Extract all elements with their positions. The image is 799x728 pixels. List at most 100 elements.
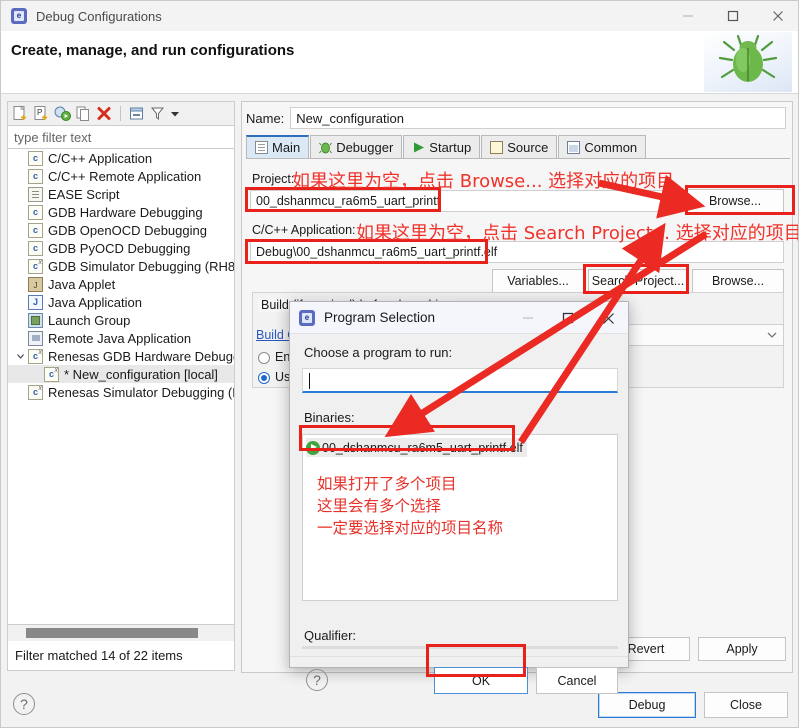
c-app-icon (28, 150, 43, 166)
radio-use-workspace-settings[interactable] (258, 372, 270, 384)
minimize-button[interactable] (665, 1, 710, 31)
tree-item-gdb-simulator-debugging[interactable]: x GDB Simulator Debugging (RH850) (8, 257, 234, 275)
close-button[interactable] (755, 1, 798, 31)
header-band: Create, manage, and run configurations (1, 31, 798, 94)
tree-item-label: * New_configuration [local] (64, 366, 218, 382)
close-label: Close (730, 698, 762, 712)
filter-input[interactable]: type filter text (7, 125, 235, 149)
c-cross-icon: x (28, 384, 43, 400)
tree-item-new-configuration-local[interactable]: x * New_configuration [local] (8, 365, 234, 383)
svg-text:P: P (37, 108, 42, 117)
configurations-tree[interactable]: C/C++ Application C/C++ Remote Applicati… (7, 149, 235, 625)
dialog-maximize-button[interactable] (548, 302, 588, 334)
delete-icon[interactable] (95, 104, 114, 123)
dialog-help-icon[interactable]: ? (306, 669, 328, 691)
c-app-icon (28, 168, 43, 184)
c-cross-icon: x (28, 348, 43, 364)
project-browse-button[interactable]: Browse... (686, 189, 784, 213)
dialog-body: Choose a program to run: Binaries: 00_ds… (290, 334, 628, 694)
qualifier-field[interactable] (302, 646, 618, 649)
dialog-cancel-label: Cancel (557, 673, 597, 688)
tab-startup[interactable]: Startup (403, 135, 481, 158)
tree-item-ease-script[interactable]: EASE Script (8, 185, 234, 203)
configurations-toolbar: P (7, 101, 235, 125)
new-prototype-icon[interactable]: P (32, 104, 51, 123)
source-icon (490, 140, 504, 154)
duplicate-icon[interactable] (74, 104, 93, 123)
tree-item-c-cpp-application[interactable]: C/C++ Application (8, 149, 234, 167)
dialog-titlebar: Program Selection (290, 302, 628, 334)
debug-label: Debug (628, 698, 666, 712)
help-question-icon[interactable]: ? (13, 693, 35, 715)
tree-item-gdb-pyocd-debugging[interactable]: GDB PyOCD Debugging (8, 239, 234, 257)
tree-item-java-application[interactable]: Java Application (8, 293, 234, 311)
remote-java-icon (28, 330, 43, 346)
tab-label: Main (272, 140, 301, 155)
apply-button[interactable]: Apply (698, 637, 786, 661)
dialog-ok-label: OK (471, 673, 491, 688)
dialog-minimize-button[interactable] (508, 302, 548, 334)
variables-button[interactable]: Variables... (492, 269, 584, 293)
c-app-icon (28, 204, 43, 220)
app-browse-button[interactable]: Browse... (692, 269, 784, 293)
dialog-ok-button[interactable]: OK (434, 667, 528, 694)
tree-item-remote-java-application[interactable]: Remote Java Application (8, 329, 234, 347)
configurations-left-panel: P type filter text c C/C++ Application c… (7, 101, 235, 673)
new-launch-group-icon[interactable] (53, 104, 72, 123)
name-row: Name: New_configuration (246, 107, 786, 129)
tree-item-label: EASE Script (48, 186, 120, 202)
tree-item-label: Renesas Simulator Debugging (RX, (48, 384, 235, 400)
tree-item-gdb-hardware-debugging[interactable]: GDB Hardware Debugging (8, 203, 234, 221)
close-button-main[interactable]: Close (704, 692, 788, 718)
window-title: Debug Configurations (36, 8, 162, 24)
maximize-button[interactable] (710, 1, 755, 31)
tab-strip: Main Debugger Startup Source Common (246, 135, 790, 159)
tab-label: Debugger (336, 139, 394, 155)
binaries-list-item-label: 00_dshanmcu_ra6m5_uart_printf.elf (322, 440, 523, 455)
text-caret (309, 373, 310, 389)
tab-debugger[interactable]: Debugger (310, 135, 403, 158)
tree-item-renesas-simulator-debugging[interactable]: x Renesas Simulator Debugging (RX, (8, 383, 234, 401)
bug-icon (319, 141, 333, 154)
search-project-button[interactable]: Search Project... (588, 269, 688, 293)
tab-main[interactable]: Main (246, 135, 310, 158)
filter-placeholder: type filter text (14, 129, 92, 145)
tree-item-renesas-gdb-hardware-debugging[interactable]: x Renesas GDB Hardware Debugging (8, 347, 234, 365)
tree-item-java-applet[interactable]: Java Applet (8, 275, 234, 293)
filter-icon[interactable] (148, 104, 167, 123)
dialog-close-button[interactable] (588, 302, 628, 334)
app-browse-label: Browse... (711, 274, 765, 288)
dialog-cancel-button[interactable]: Cancel (536, 667, 618, 694)
debug-button[interactable]: Debug (598, 692, 696, 718)
document-icon (255, 141, 268, 154)
choose-program-label: Choose a program to run: (304, 345, 453, 360)
new-launch-configuration-icon[interactable] (11, 104, 30, 123)
chevron-down-icon[interactable] (14, 350, 26, 362)
binaries-list[interactable]: 00_dshanmcu_ra6m5_uart_printf.elf 如果打开了多… (302, 434, 618, 601)
tree-item-gdb-openocd-debugging[interactable]: GDB OpenOCD Debugging (8, 221, 234, 239)
application-input-value: Debug\00_dshanmcu_ra6m5_uart_printf.elf (256, 245, 498, 259)
tree-item-label: GDB OpenOCD Debugging (48, 222, 207, 238)
tree-item-label: C/C++ Application (48, 150, 153, 166)
dialog-separator (290, 656, 628, 657)
search-project-label: Search Project... (591, 274, 685, 288)
tab-common[interactable]: Common (558, 135, 647, 158)
tree-item-c-cpp-remote-application[interactable]: C/C++ Remote Application (8, 167, 234, 185)
scrollbar-thumb[interactable] (26, 628, 198, 638)
collapse-all-icon[interactable] (127, 104, 146, 123)
name-input[interactable]: New_configuration (290, 107, 786, 129)
radio-enable-auto-build[interactable] (258, 352, 270, 364)
program-name-input[interactable] (302, 368, 618, 393)
tab-source[interactable]: Source (481, 135, 558, 158)
tree-item-label: Launch Group (48, 312, 131, 328)
tree-item-label: Remote Java Application (48, 330, 192, 346)
tree-item-launch-group[interactable]: Launch Group (8, 311, 234, 329)
tree-horizontal-scrollbar[interactable] (7, 625, 235, 641)
project-input[interactable]: 00_dshanmcu_ra6m5_uart_printf (250, 190, 670, 212)
page-title: Create, manage, and run configurations (11, 42, 295, 59)
binaries-list-item[interactable]: 00_dshanmcu_ra6m5_uart_printf.elf (306, 438, 527, 457)
tree-item-label: GDB Simulator Debugging (RH850) (48, 258, 235, 274)
project-label: Project: (252, 172, 295, 186)
c-cross-icon: x (44, 366, 59, 382)
view-menu-caret-icon[interactable] (169, 105, 181, 123)
